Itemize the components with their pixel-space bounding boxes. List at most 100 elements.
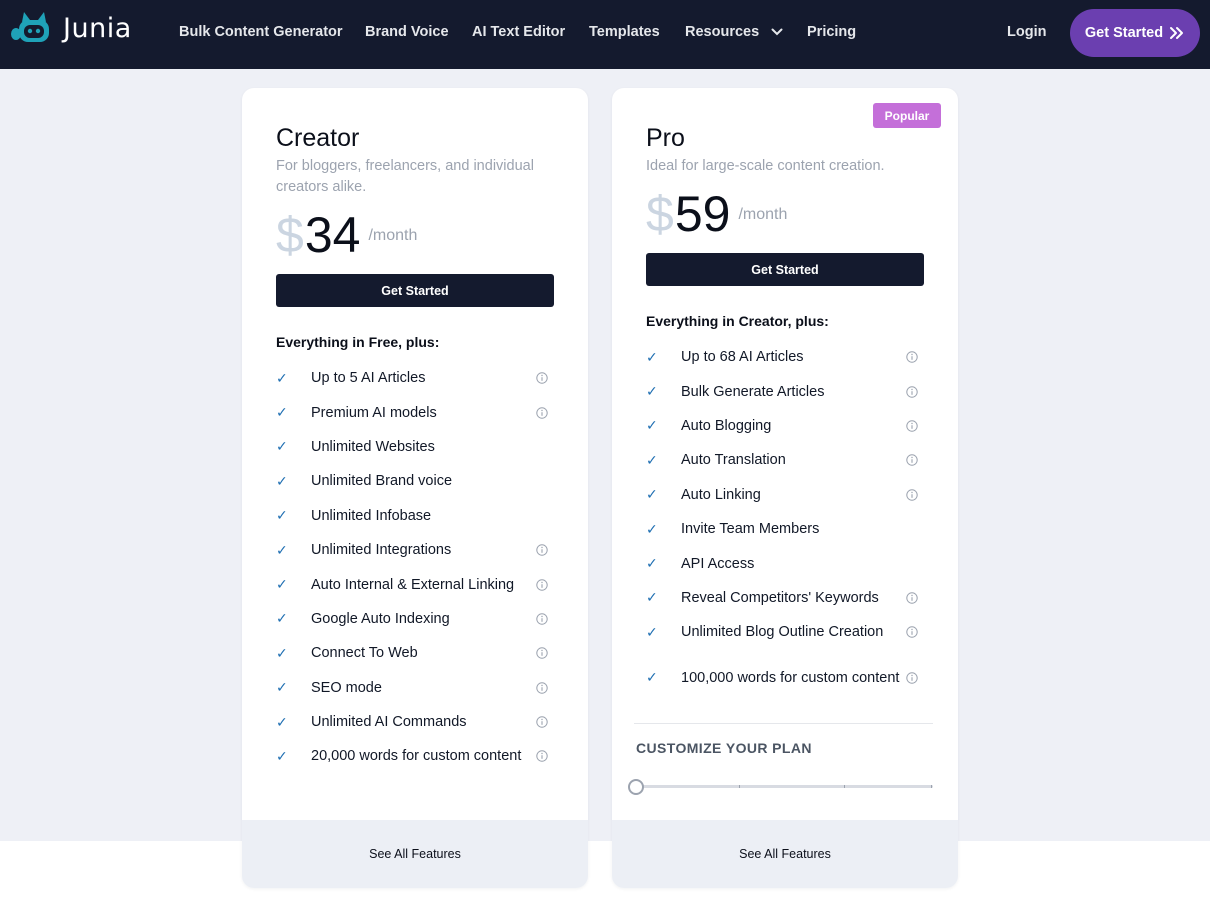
feature-item: ✓ Unlimited Websites xyxy=(276,430,554,464)
price-currency: $ xyxy=(646,186,674,242)
nav-resources[interactable]: Resources xyxy=(685,24,783,40)
features-heading: Everything in Free, plus: xyxy=(276,334,440,350)
info-icon[interactable] xyxy=(536,544,548,556)
check-icon: ✓ xyxy=(276,472,288,489)
check-icon: ✓ xyxy=(646,520,658,537)
feature-item: ✓ Auto Linking xyxy=(646,478,924,512)
nav-resources-label: Resources xyxy=(685,24,760,40)
divider xyxy=(634,723,933,724)
creator-feature-list: ✓ Up to 5 AI Articles ✓ Premium AI models ✓ U… xyxy=(276,361,554,774)
feature-item: ✓ Unlimited Blog Outline Creation xyxy=(646,615,924,649)
info-icon[interactable] xyxy=(906,351,918,363)
feature-label: Reveal Competitors' Keywords xyxy=(681,589,879,606)
feature-label: Up to 5 AI Articles xyxy=(311,370,426,387)
feature-item: ✓ Unlimited AI Commands xyxy=(276,705,554,739)
info-icon[interactable] xyxy=(536,613,548,625)
check-icon: ✓ xyxy=(646,383,658,400)
feature-item: ✓ 100,000 words for custom content xyxy=(646,650,924,706)
feature-item: ✓ Auto Translation xyxy=(646,443,924,477)
check-icon: ✓ xyxy=(646,623,658,640)
feature-label: Unlimited Websites xyxy=(311,438,435,455)
price-currency: $ xyxy=(276,207,304,263)
feature-label: Up to 68 AI Articles xyxy=(681,349,804,366)
plan-slider-handle[interactable] xyxy=(628,779,644,795)
brand-logo[interactable]: Junia xyxy=(10,10,132,46)
nav-brand-voice[interactable]: Brand Voice xyxy=(365,24,449,40)
feature-item: ✓ Unlimited Infobase xyxy=(276,499,554,533)
check-icon: ✓ xyxy=(646,348,658,365)
plan-description: For bloggers, freelancers, and individua… xyxy=(276,158,534,195)
plan-name: Creator xyxy=(276,124,360,152)
nav-bulk-content-generator[interactable]: Bulk Content Generator xyxy=(179,24,343,40)
price-amount: 59 xyxy=(674,186,731,242)
feature-item: ✓ API Access xyxy=(646,546,924,580)
feature-item: ✓ Reveal Competitors' Keywords xyxy=(646,581,924,615)
popular-badge: Popular xyxy=(873,103,941,128)
creator-plan-card: Creator For bloggers, freelancers, and i… xyxy=(242,88,588,888)
creator-see-all-features-button[interactable]: See All Features xyxy=(242,820,588,888)
info-icon[interactable] xyxy=(536,406,548,419)
get-started-nav-button[interactable]: Get Started xyxy=(1070,9,1200,57)
feature-label: Unlimited Brand voice xyxy=(311,473,453,490)
feature-label: Unlimited Integrations xyxy=(311,542,452,559)
customize-plan-title: CUSTOMIZE YOUR PLAN xyxy=(636,740,812,756)
feature-item: ✓ Auto Internal & External Linking xyxy=(276,567,554,601)
info-icon[interactable] xyxy=(906,592,918,604)
info-icon[interactable] xyxy=(536,578,548,591)
pro-plan-card: Popular Pro Ideal for large-scale conten… xyxy=(612,88,958,888)
check-icon: ✓ xyxy=(646,555,658,572)
plan-price: $ 59 /month xyxy=(646,185,787,243)
info-icon[interactable] xyxy=(536,716,548,728)
nav-ai-text-editor[interactable]: AI Text Editor xyxy=(472,24,565,40)
feature-label: 20,000 words for custom content xyxy=(311,748,522,765)
info-icon[interactable] xyxy=(906,489,918,501)
feature-item: ✓ Unlimited Brand voice xyxy=(276,464,554,498)
feature-label: Auto Blogging xyxy=(681,417,772,434)
junia-logo-icon xyxy=(11,12,49,42)
info-icon[interactable] xyxy=(536,372,548,384)
pro-feature-list: ✓ Up to 68 AI Articles ✓ Bulk Generate Arti… xyxy=(646,340,924,706)
feature-item: ✓ Invite Team Members xyxy=(646,512,924,546)
check-icon: ✓ xyxy=(276,507,288,524)
feature-label: Unlimited Infobase xyxy=(311,507,432,524)
check-icon: ✓ xyxy=(276,713,288,730)
info-icon[interactable] xyxy=(906,671,918,684)
check-icon: ✓ xyxy=(276,576,288,593)
feature-label: Auto Translation xyxy=(681,452,786,469)
chevron-down-icon xyxy=(771,24,783,40)
info-icon[interactable] xyxy=(906,454,918,467)
pro-see-all-features-button[interactable]: See All Features xyxy=(612,820,958,888)
feature-item: ✓ Bulk Generate Articles xyxy=(646,374,924,408)
login-link[interactable]: Login xyxy=(1007,24,1046,40)
feature-label: 100,000 words for custom content xyxy=(681,669,900,686)
price-period: /month xyxy=(368,227,418,244)
info-icon[interactable] xyxy=(906,626,918,639)
info-icon[interactable] xyxy=(536,647,548,660)
info-icon[interactable] xyxy=(906,385,918,398)
pro-get-started-button[interactable]: Get Started xyxy=(646,253,924,286)
check-icon: ✓ xyxy=(276,610,288,627)
nav-templates[interactable]: Templates xyxy=(589,24,660,40)
plan-name: Pro xyxy=(646,124,685,152)
check-icon: ✓ xyxy=(646,589,658,606)
brand-name: Junia xyxy=(63,12,132,44)
check-icon: ✓ xyxy=(646,669,658,686)
feature-label: Unlimited AI Commands xyxy=(311,714,467,731)
slider-tick xyxy=(931,785,932,788)
price-period: /month xyxy=(738,206,788,223)
double-chevron-right-icon xyxy=(1170,27,1184,39)
slider-tick xyxy=(739,785,740,788)
creator-get-started-button[interactable]: Get Started xyxy=(276,274,554,307)
feature-item: ✓ Unlimited Integrations xyxy=(276,533,554,567)
info-icon[interactable] xyxy=(536,682,548,694)
plan-slider-track[interactable] xyxy=(636,785,933,788)
features-heading: Everything in Creator, plus: xyxy=(646,313,829,329)
feature-item: ✓ Up to 5 AI Articles xyxy=(276,361,554,395)
feature-label: Invite Team Members xyxy=(681,521,820,538)
check-icon: ✓ xyxy=(646,451,658,468)
info-icon[interactable] xyxy=(906,420,918,432)
info-icon[interactable] xyxy=(536,750,548,763)
nav-pricing[interactable]: Pricing xyxy=(807,24,856,40)
feature-label: Auto Internal & External Linking xyxy=(311,576,515,593)
feature-label: SEO mode xyxy=(311,679,382,696)
